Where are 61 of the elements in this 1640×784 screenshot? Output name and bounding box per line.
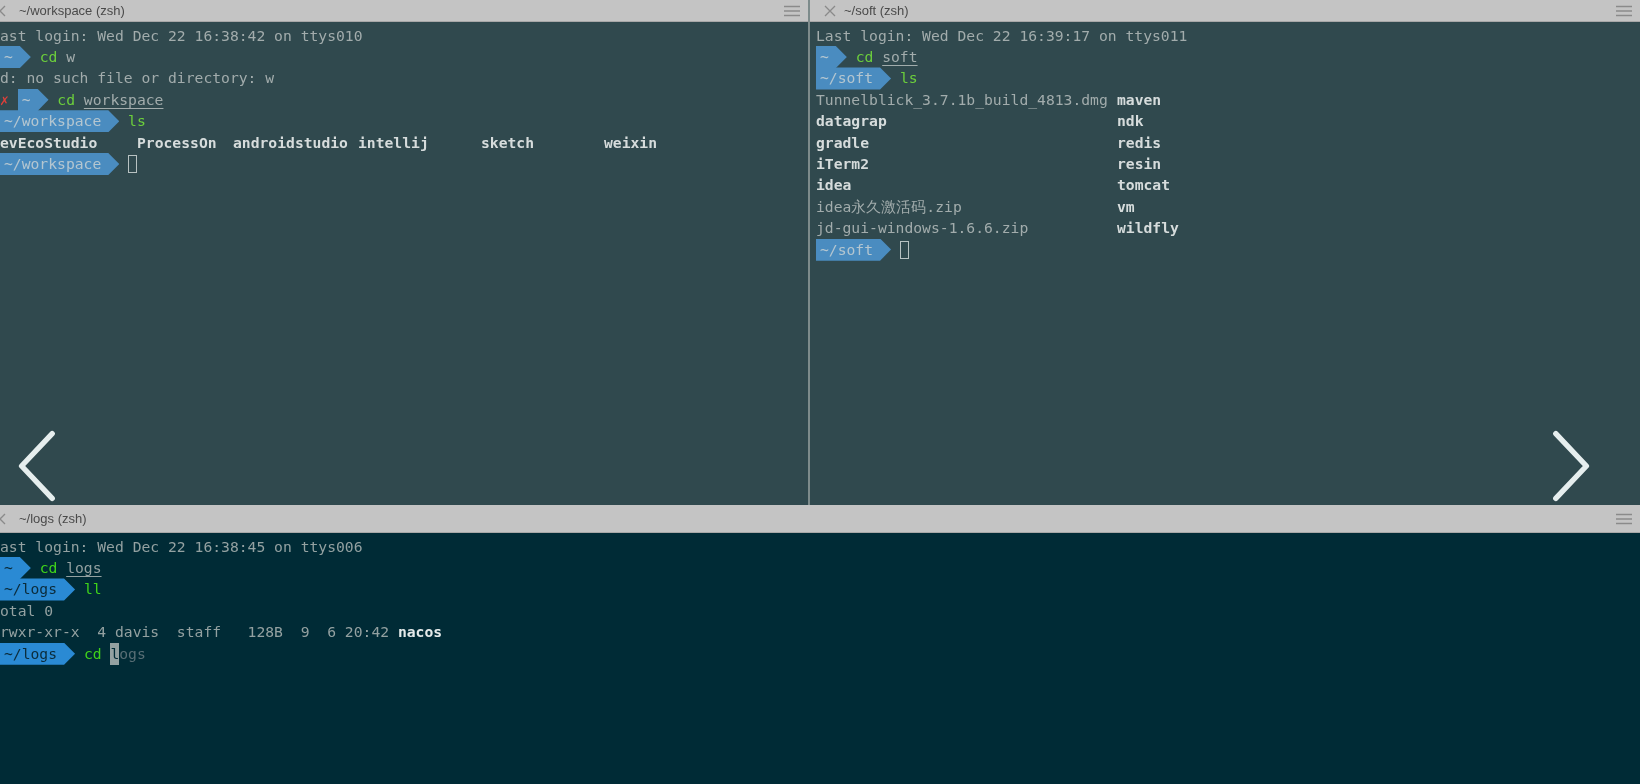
file-name: redis [1117, 132, 1162, 153]
file-name: weixin [604, 132, 659, 153]
file-name: resin [1117, 154, 1162, 174]
menu-icon[interactable] [1616, 512, 1632, 525]
prompt-segment: ~/soft [816, 238, 892, 261]
path-argument: soft [882, 47, 918, 68]
file-name: androidstudio [233, 132, 349, 153]
prompt-segment: ~/soft [816, 67, 892, 90]
file-name: gradle [816, 132, 871, 153]
file-name: maven [1117, 89, 1162, 110]
command-text: cd [39, 47, 58, 68]
command-text: cd [855, 47, 874, 68]
cursor: l [110, 642, 120, 665]
file-name: iTerm2 [816, 154, 871, 174]
file-name: intellij [358, 132, 430, 153]
pane-title: ~/soft (zsh) [844, 1, 909, 20]
suggestion-text: ogs [119, 643, 146, 664]
command-text: ll [83, 579, 102, 600]
prompt-segment: ~ [0, 557, 31, 580]
prompt-segment: ~/workspace [0, 153, 120, 176]
path-argument: workspace [83, 89, 164, 110]
error-mark: ✗ [0, 89, 9, 110]
menu-icon[interactable] [784, 4, 800, 17]
command-text: ls [128, 111, 146, 132]
menu-icon[interactable] [1616, 4, 1632, 17]
output-text: ast login: Wed Dec 22 16:38:45 on ttys006 [0, 536, 363, 557]
output-text: w [66, 47, 76, 68]
file-name: wildfly [1117, 218, 1179, 239]
output-text: d: no such file or directory: w [0, 68, 275, 89]
prompt-segment: ~ [816, 46, 847, 69]
prompt-segment: ~ [0, 46, 31, 69]
output-text: Last login: Wed Dec 22 16:39:17 on ttys011 [816, 25, 1188, 46]
pane-title: ~/logs (zsh) [19, 509, 87, 528]
file-name: evEcoStudio [0, 132, 99, 153]
file-name: idea [816, 175, 853, 196]
output-text: nacos [397, 622, 443, 643]
cursor [899, 240, 909, 259]
file-name: Tunnelblick_3.7.1b_build_4813.dmg [816, 89, 1109, 111]
cursor [128, 155, 138, 174]
prompt-segment: ~/logs [0, 578, 76, 601]
file-name: tomcat [1117, 175, 1171, 196]
prompt-segment: ~/logs [0, 642, 76, 665]
command-text: cd [39, 558, 58, 579]
path-argument: logs [66, 558, 102, 579]
file-name: datagrap [816, 111, 888, 132]
command-text: cd [57, 89, 76, 110]
file-name: idea永久激活码.zip [816, 196, 963, 217]
file-name: vm [1117, 196, 1135, 217]
prompt-segment: ~ [17, 88, 49, 111]
terminal-pane[interactable]: ast login: Wed Dec 22 16:38:42 on ttys010 ~ cd w d: no such file or directory: w ✗ ~ cd workspace ~/workspace ls evEcoStudio ProcessOn androidstudio intellij sketch weixin ~/workspace [0, 22, 808, 505]
command-text: ls [899, 68, 918, 89]
pane-title: ~/workspace (zsh) [19, 1, 125, 20]
output-text: otal 0 [0, 600, 54, 621]
file-name: jd-gui-windows-1.6.6.zip [816, 218, 1030, 239]
command-text: cd [83, 643, 102, 664]
output-text: ast login: Wed Dec 22 16:38:42 on ttys010 [0, 25, 363, 46]
prompt-segment: ~/workspace [0, 110, 120, 133]
file-name: ProcessOn [137, 132, 218, 153]
output-text: rwxr-xr-x 4 davis staff 128B 9 6 20:42 [0, 622, 390, 643]
file-name: sketch [481, 132, 536, 153]
file-name: ndk [1117, 111, 1144, 132]
